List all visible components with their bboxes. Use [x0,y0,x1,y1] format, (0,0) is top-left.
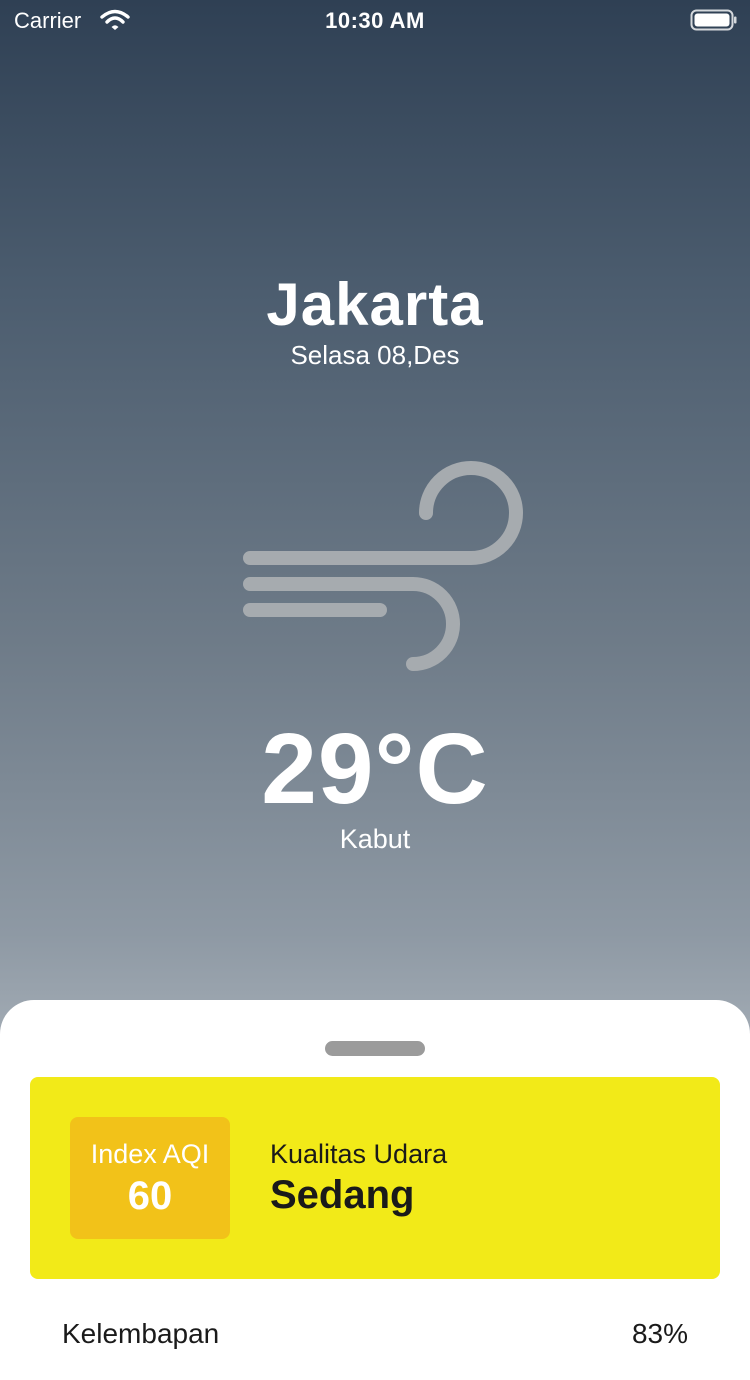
air-quality-value: Sedang [270,1173,415,1217]
humidity-label: Kelembapan [62,1318,220,1349]
status-bar: Carrier 10:30 AM [0,0,750,40]
humidity-value: 83% [631,1318,688,1349]
air-quality-card[interactable]: Index AQI 60 Kualitas Udara Sedang [30,1077,720,1279]
weather-condition: Kabut [339,824,411,854]
sheet-drag-handle[interactable] [325,1041,425,1056]
status-time: 10:30 AM [325,8,425,33]
aqi-index-value: 60 [127,1174,173,1218]
wind-icon [243,461,523,671]
bottom-sheet[interactable]: Index AQI 60 Kualitas Udara Sedang Kelem… [0,1000,750,1380]
air-quality-label: Kualitas Udara [270,1139,448,1169]
temperature: 29°C [261,713,489,825]
aqi-index-badge: Index AQI 60 [70,1117,230,1239]
aqi-index-label: Index AQI [90,1139,210,1169]
city-name: Jakarta [266,271,484,338]
date-label: Selasa 08,Des [290,340,460,370]
battery-full-icon [690,9,737,31]
